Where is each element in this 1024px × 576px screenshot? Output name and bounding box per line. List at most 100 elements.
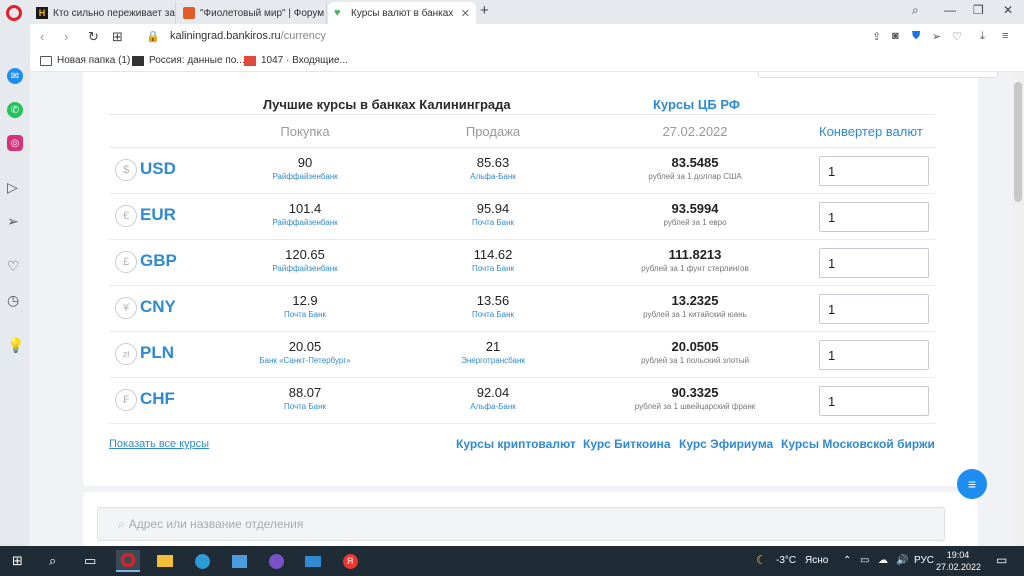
yandex-icon[interactable]: Я	[338, 550, 362, 572]
sell-bank-link[interactable]: Альфа-Банк	[413, 171, 573, 183]
tab-3-active[interactable]: ♥ Курсы валют в банках Кал ✕	[328, 2, 476, 24]
converter-input[interactable]	[819, 340, 929, 370]
restore-window-icon[interactable]: ❐	[973, 3, 984, 17]
weather-temp[interactable]: -3°C	[776, 555, 796, 566]
new-tab-button[interactable]: +	[480, 2, 489, 19]
bookmark-item[interactable]: 1047 · Входящие...	[244, 55, 348, 66]
tray-expand-icon[interactable]: ⌃	[843, 555, 851, 566]
tab-2[interactable]: "Фиолетовый мир" | Форум	[177, 2, 327, 24]
lock-icon[interactable]: 🔒	[146, 30, 160, 43]
branch-search-input[interactable]: ⌕ Адрес или название отделения	[97, 507, 945, 541]
edge-icon[interactable]	[190, 550, 214, 572]
weather-text[interactable]: Ясно	[805, 555, 828, 566]
messenger-icon[interactable]: ✉	[7, 68, 23, 84]
windows-start-icon[interactable]: ⊞	[12, 553, 23, 569]
file-explorer-icon[interactable]	[153, 550, 177, 572]
speed-dial-icon[interactable]: ⊞	[112, 29, 123, 45]
moex-rates-link[interactable]: Курсы Московской биржи	[781, 437, 935, 451]
currency-code[interactable]: CNY	[140, 297, 176, 317]
bookmark-item[interactable]: Россия: данные по...	[132, 55, 245, 66]
close-window-icon[interactable]: ✕	[1003, 3, 1013, 17]
instagram-icon[interactable]: ◎	[7, 135, 23, 151]
minimize-window-icon[interactable]: —	[944, 3, 956, 17]
opera-taskbar-icon[interactable]	[116, 550, 140, 572]
send-icon[interactable]: ➢	[7, 213, 19, 230]
buy-bank-link[interactable]: Райффайзенбанк	[225, 263, 385, 275]
network-icon[interactable]: ☁	[878, 555, 888, 566]
sell-bank-link[interactable]: Почта Банк	[413, 263, 573, 275]
converter-input[interactable]	[819, 294, 929, 324]
tab-favicon-icon: H	[36, 7, 48, 19]
converter-input[interactable]	[819, 248, 929, 278]
store-icon[interactable]	[227, 550, 251, 572]
send-page-icon[interactable]: ➢	[932, 30, 941, 43]
notifications-icon[interactable]: ▭	[996, 553, 1007, 567]
share-icon[interactable]: ⇪	[872, 30, 881, 43]
sell-bank-link[interactable]: Энерготрансбанк	[413, 355, 573, 367]
opera-menu-icon[interactable]	[6, 5, 22, 21]
cbr-description: рублей за 1 евро	[663, 218, 727, 227]
converter-input[interactable]	[819, 156, 929, 186]
cbr-description: рублей за 1 польский злотый	[640, 356, 750, 365]
converter-link[interactable]: Конвертер валют	[819, 124, 923, 139]
currency-code[interactable]: CHF	[140, 389, 175, 409]
buy-bank-link[interactable]: Райффайзенбанк	[225, 171, 385, 183]
bookmark-label: Новая папка (1)	[57, 55, 131, 66]
buy-cell: 20.05 Банк «Санкт-Петербург»	[225, 339, 385, 367]
show-all-rates-link[interactable]: Показать все курсы	[109, 438, 209, 450]
camera-icon[interactable]: ◙	[892, 30, 899, 42]
buy-cell: 101.4 Райффайзенбанк	[225, 201, 385, 229]
cbr-rates-link[interactable]: Курсы ЦБ РФ	[653, 97, 740, 112]
currency-code[interactable]: USD	[140, 159, 176, 179]
viber-icon[interactable]	[264, 550, 288, 572]
scrollbar-thumb[interactable]	[1014, 82, 1022, 202]
converter-input[interactable]	[819, 386, 929, 416]
cbr-rate: 93.5994	[671, 201, 719, 216]
shield-icon[interactable]: ⛊	[912, 30, 920, 43]
buy-bank-link[interactable]: Райффайзенбанк	[225, 217, 385, 229]
tab-1[interactable]: H Кто сильно переживает за	[30, 2, 176, 24]
currency-code[interactable]: EUR	[140, 205, 176, 225]
screen-icon[interactable]: ▭	[860, 555, 869, 566]
buy-bank-link[interactable]: Банк «Санкт-Петербург»	[225, 355, 385, 367]
reload-icon[interactable]: ↻	[88, 29, 99, 45]
volume-icon[interactable]: 🔊	[896, 555, 908, 566]
bitcoin-rate-link[interactable]: Курс Биткоина	[583, 437, 671, 451]
bookmark-heart-icon[interactable]: ♡	[952, 30, 962, 43]
language-indicator[interactable]: РУС	[914, 555, 934, 566]
close-tab-icon[interactable]: ✕	[461, 7, 470, 20]
forward-icon[interactable]: ›	[64, 29, 68, 44]
ethereum-rate-link[interactable]: Курс Эфириума	[679, 437, 773, 451]
sell-bank-link[interactable]: Почта Банк	[413, 217, 573, 229]
clock[interactable]: 19:04 27.02.2022	[936, 549, 981, 573]
lightbulb-icon[interactable]: 💡	[7, 337, 24, 354]
sell-rate: 21	[485, 339, 501, 354]
back-icon[interactable]: ‹	[40, 29, 44, 44]
rate-row-gbp: £ GBP 120.65 Райффайзенбанк 114.62 Почта Б…	[109, 240, 935, 286]
buy-bank-link[interactable]: Почта Банк	[225, 309, 385, 321]
franc-icon: ₣	[115, 389, 137, 411]
url-field[interactable]: kaliningrad.bankiros.ru/currency	[170, 30, 326, 42]
scrollbar[interactable]	[1012, 72, 1024, 546]
sell-bank-link[interactable]: Альфа-Банк	[413, 401, 573, 413]
sell-bank-link[interactable]: Почта Банк	[413, 309, 573, 321]
bookmark-folder[interactable]: Новая папка (1)	[40, 55, 130, 66]
currency-code[interactable]: GBP	[140, 251, 177, 271]
buy-bank-link[interactable]: Почта Банк	[225, 401, 385, 413]
heart-icon[interactable]: ♡	[7, 258, 20, 275]
search-tabs-icon[interactable]: ⌕	[912, 3, 919, 18]
player-icon[interactable]: ▷	[7, 179, 18, 196]
date-header: 27.02.2022	[662, 124, 728, 139]
task-view-icon[interactable]: ▭	[84, 553, 96, 569]
search-icon[interactable]: ⌕	[49, 553, 56, 569]
download-icon[interactable]: ⤓	[980, 30, 985, 43]
currency-code[interactable]: PLN	[140, 343, 174, 363]
top-input-box[interactable]	[758, 72, 998, 78]
whatsapp-icon[interactable]: ✆	[7, 102, 23, 118]
converter-input[interactable]	[819, 202, 929, 232]
easy-setup-icon[interactable]: ≡	[1002, 30, 1008, 42]
history-icon[interactable]: ◷	[7, 292, 19, 309]
mail-icon[interactable]	[301, 550, 325, 572]
chat-bubble-icon[interactable]: ≡	[957, 469, 987, 499]
crypto-rates-link[interactable]: Курсы криптовалют	[456, 437, 576, 451]
